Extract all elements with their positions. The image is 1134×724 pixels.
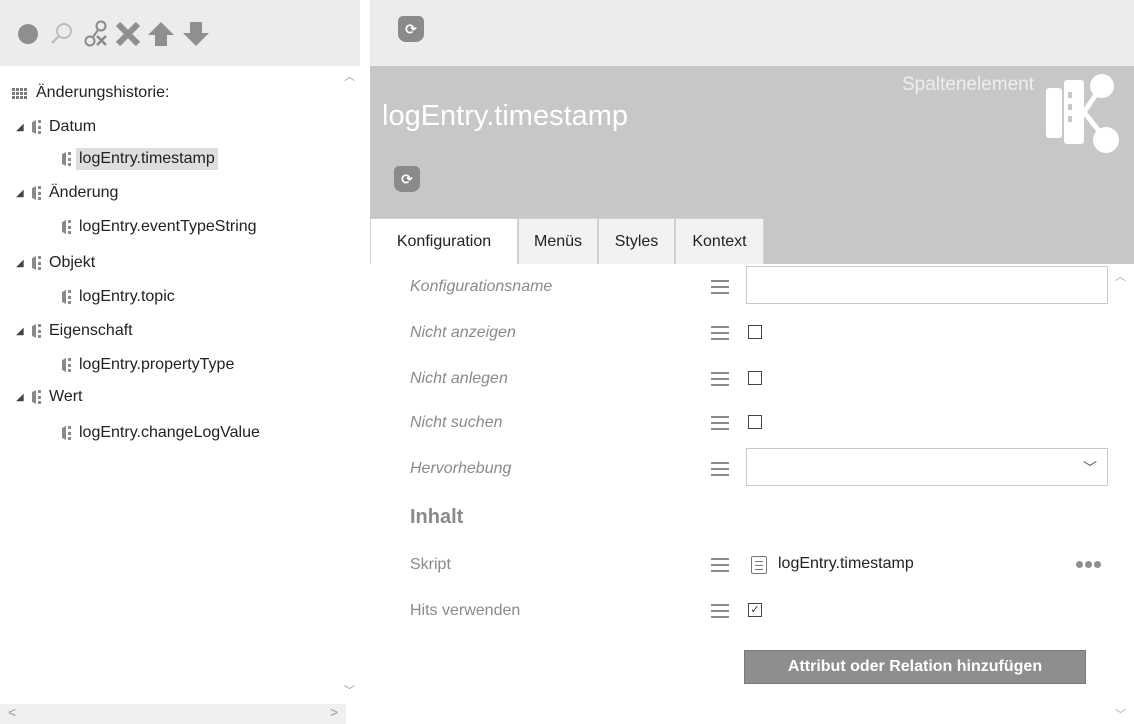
tree-leaf-label: logEntry.timestamp bbox=[76, 148, 218, 170]
field-menu-icon[interactable] bbox=[711, 280, 729, 294]
element-header: Spaltenelement logEntry.timestamp ⟳ bbox=[370, 66, 1134, 218]
tree-group-label: Änderung bbox=[49, 184, 119, 201]
column-icon bbox=[62, 426, 71, 440]
tree-group-eigenschaft[interactable]: ◢ Eigenschaft bbox=[16, 318, 136, 344]
script-value[interactable]: logEntry.timestamp bbox=[778, 555, 914, 573]
expand-triangle-icon[interactable]: ◢ bbox=[16, 122, 28, 133]
element-type-label: Spaltenelement bbox=[901, 74, 1034, 95]
tree-leaf-timestamp[interactable]: logEntry.timestamp bbox=[62, 146, 218, 172]
table-icon bbox=[12, 87, 27, 99]
expand-triangle-icon[interactable]: ◢ bbox=[16, 188, 28, 199]
column-icon bbox=[32, 256, 41, 270]
tab-menues[interactable]: Menüs bbox=[518, 218, 598, 264]
hits-label: Hits verwenden bbox=[410, 602, 521, 619]
column-icon bbox=[32, 324, 41, 338]
tree-group-datum[interactable]: ◢ Datum bbox=[16, 114, 99, 140]
not-search-label: Nicht suchen bbox=[410, 414, 503, 431]
tree-scroll-up-icon[interactable]: ︿ bbox=[344, 68, 355, 84]
add-attribute-button[interactable]: Attribut oder Relation hinzufügen bbox=[744, 650, 1086, 684]
configuration-form: ︿ Konfigurationsname Nicht anzeigen Nich… bbox=[370, 264, 1134, 724]
field-menu-icon[interactable] bbox=[711, 416, 729, 430]
field-menu-icon[interactable] bbox=[711, 604, 729, 618]
tree-leaf-propertytype[interactable]: logEntry.propertyType bbox=[62, 352, 237, 378]
search-icon[interactable] bbox=[46, 18, 78, 50]
tree-leaf-label: logEntry.topic bbox=[79, 288, 175, 305]
highlight-label: Hervorhebung bbox=[410, 460, 512, 477]
tree-scroll-down-icon[interactable]: ﹀ bbox=[344, 682, 355, 698]
tree-root-label: Änderungshistorie: bbox=[36, 84, 170, 101]
not-search-checkbox[interactable] bbox=[748, 415, 762, 429]
not-show-checkbox[interactable] bbox=[748, 325, 762, 339]
tab-styles[interactable]: Styles bbox=[598, 218, 675, 264]
tree-group-label: Objekt bbox=[49, 254, 96, 271]
tree-horizontal-scrollbar[interactable]: < > bbox=[0, 704, 346, 724]
tree-group-objekt[interactable]: ◢ Objekt bbox=[16, 250, 98, 276]
tree-group-label: Datum bbox=[49, 118, 97, 135]
tree-group-wert[interactable]: ◢ Wert bbox=[16, 384, 85, 410]
move-up-icon[interactable] bbox=[145, 18, 177, 50]
column-icon bbox=[62, 220, 71, 234]
expand-triangle-icon[interactable]: ◢ bbox=[16, 326, 28, 337]
field-menu-icon[interactable] bbox=[711, 462, 729, 476]
column-icon bbox=[62, 358, 71, 372]
field-menu-icon[interactable] bbox=[711, 558, 729, 572]
column-element-icon bbox=[1046, 74, 1119, 153]
tree-toolbar bbox=[0, 0, 360, 66]
chevron-down-icon: ﹀ bbox=[1083, 460, 1097, 476]
tree-panel: Änderungshistorie: ◢ Datum logEntry.time… bbox=[0, 66, 360, 706]
script-label: Skript bbox=[410, 556, 451, 573]
column-icon bbox=[62, 290, 71, 304]
hits-checkbox[interactable]: ✓ bbox=[748, 603, 762, 617]
delete-icon[interactable] bbox=[112, 18, 144, 50]
more-options-icon[interactable] bbox=[1076, 561, 1101, 568]
not-show-label: Nicht anzeigen bbox=[410, 324, 516, 341]
section-heading-inhalt: Inhalt bbox=[410, 506, 464, 528]
tree-group-label: Wert bbox=[49, 388, 83, 405]
tree-leaf-changelogvalue[interactable]: logEntry.changeLogValue bbox=[62, 420, 263, 446]
config-name-label: Konfigurationsname bbox=[410, 278, 553, 295]
tree-leaf-label: logEntry.eventTypeString bbox=[79, 218, 257, 235]
expand-triangle-icon[interactable]: ◢ bbox=[16, 258, 28, 269]
not-create-checkbox[interactable] bbox=[748, 371, 762, 385]
scroll-left-icon[interactable]: < bbox=[8, 704, 16, 720]
move-down-icon[interactable] bbox=[180, 18, 212, 50]
expand-triangle-icon[interactable]: ◢ bbox=[16, 392, 28, 403]
column-icon bbox=[32, 186, 41, 200]
column-icon bbox=[32, 120, 41, 134]
tab-bar: Konfiguration Menüs Styles Kontext bbox=[370, 218, 1134, 264]
refresh-hat-icon[interactable]: ⟳ bbox=[394, 166, 420, 192]
detail-toolbar: ⟳ bbox=[370, 0, 1134, 66]
tree-leaf-label: logEntry.propertyType bbox=[79, 356, 235, 373]
tab-kontext[interactable]: Kontext bbox=[675, 218, 764, 264]
script-document-icon bbox=[751, 556, 767, 574]
tree-leaf-eventtype[interactable]: logEntry.eventTypeString bbox=[62, 214, 260, 240]
highlight-select[interactable]: ﹀ bbox=[746, 448, 1108, 486]
refresh-hat-icon[interactable]: ⟳ bbox=[398, 16, 424, 42]
form-scroll-down-icon[interactable]: ﹀ bbox=[1115, 706, 1126, 722]
tree-leaf-label: logEntry.changeLogValue bbox=[79, 424, 260, 441]
not-create-label: Nicht anlegen bbox=[410, 370, 508, 387]
column-icon bbox=[62, 152, 71, 166]
tree-group-aenderung[interactable]: ◢ Änderung bbox=[16, 180, 121, 206]
column-icon bbox=[32, 390, 41, 404]
scroll-right-icon[interactable]: > bbox=[330, 704, 338, 720]
tab-konfiguration[interactable]: Konfiguration bbox=[370, 218, 518, 264]
tree-root[interactable]: Änderungshistorie: bbox=[12, 80, 172, 106]
field-menu-icon[interactable] bbox=[711, 372, 729, 386]
config-name-input[interactable] bbox=[746, 266, 1108, 304]
record-icon[interactable] bbox=[12, 18, 44, 50]
page-title: logEntry.timestamp bbox=[382, 100, 629, 132]
tree-leaf-topic[interactable]: logEntry.topic bbox=[62, 284, 178, 310]
form-scroll-up-icon[interactable]: ︿ bbox=[1115, 268, 1126, 284]
link-remove-icon[interactable] bbox=[80, 18, 112, 50]
tree-group-label: Eigenschaft bbox=[49, 322, 133, 339]
field-menu-icon[interactable] bbox=[711, 326, 729, 340]
